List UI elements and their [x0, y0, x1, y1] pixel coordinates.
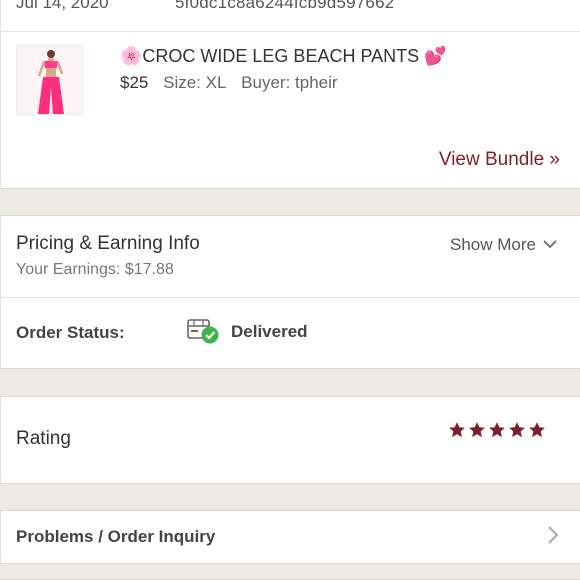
item-price: $25: [120, 73, 149, 92]
your-earnings: Your Earnings: $17.88: [16, 261, 174, 278]
star-icon: [509, 422, 525, 438]
item-title[interactable]: 🌸CROC WIDE LEG BEACH PANTS 💕: [120, 46, 447, 67]
order-header-row: Jul 14, 2020 5f0dc1c8a6244fcb9d597662: [0, 0, 580, 32]
item-buyer: Buyer: tpheir: [241, 73, 338, 92]
section-divider: [0, 368, 580, 397]
order-status-label: Order Status:: [16, 323, 125, 342]
star-icon: [449, 422, 465, 438]
star-icon: [529, 422, 545, 438]
problems-order-inquiry-row[interactable]: Problems / Order Inquiry: [0, 511, 580, 563]
section-divider: [0, 483, 580, 511]
view-bundle-link[interactable]: View Bundle »: [439, 149, 560, 171]
item-title-text: CROC WIDE LEG BEACH PANTS: [142, 46, 420, 66]
problems-label: Problems / Order Inquiry: [16, 527, 216, 546]
delivered-box-icon: [187, 317, 221, 345]
rating-label: Rating: [16, 428, 71, 449]
show-more-button[interactable]: Show More: [450, 235, 558, 255]
hearts-emoji-icon: 💕: [424, 46, 447, 66]
chevron-down-icon: [542, 235, 558, 255]
pricing-title: Pricing & Earning Info: [16, 233, 200, 254]
chevron-right-icon: [547, 525, 559, 550]
order-status-section: Order Status: Delivered: [0, 298, 580, 368]
item-thumbnail[interactable]: [16, 45, 84, 115]
star-icon: [489, 422, 505, 438]
star-rating: [448, 421, 546, 439]
order-status-value: Delivered: [231, 322, 308, 341]
order-item: 🌸CROC WIDE LEG BEACH PANTS 💕 $25 Size: X…: [0, 32, 580, 188]
flower-emoji-icon: 🌸: [120, 46, 143, 66]
section-divider: [0, 188, 580, 216]
order-date: Jul 14, 2020: [16, 0, 109, 12]
star-icon: [469, 422, 485, 438]
pricing-section: Pricing & Earning Info Your Earnings: $1…: [0, 216, 580, 298]
item-meta: $25 Size: XL Buyer: tpheir: [120, 73, 338, 93]
section-divider: [0, 563, 580, 580]
order-id: 5f0dc1c8a6244fcb9d597662: [175, 0, 395, 12]
item-size: Size: XL: [163, 73, 227, 92]
show-more-label: Show More: [450, 235, 536, 254]
rating-section: Rating: [0, 397, 580, 483]
